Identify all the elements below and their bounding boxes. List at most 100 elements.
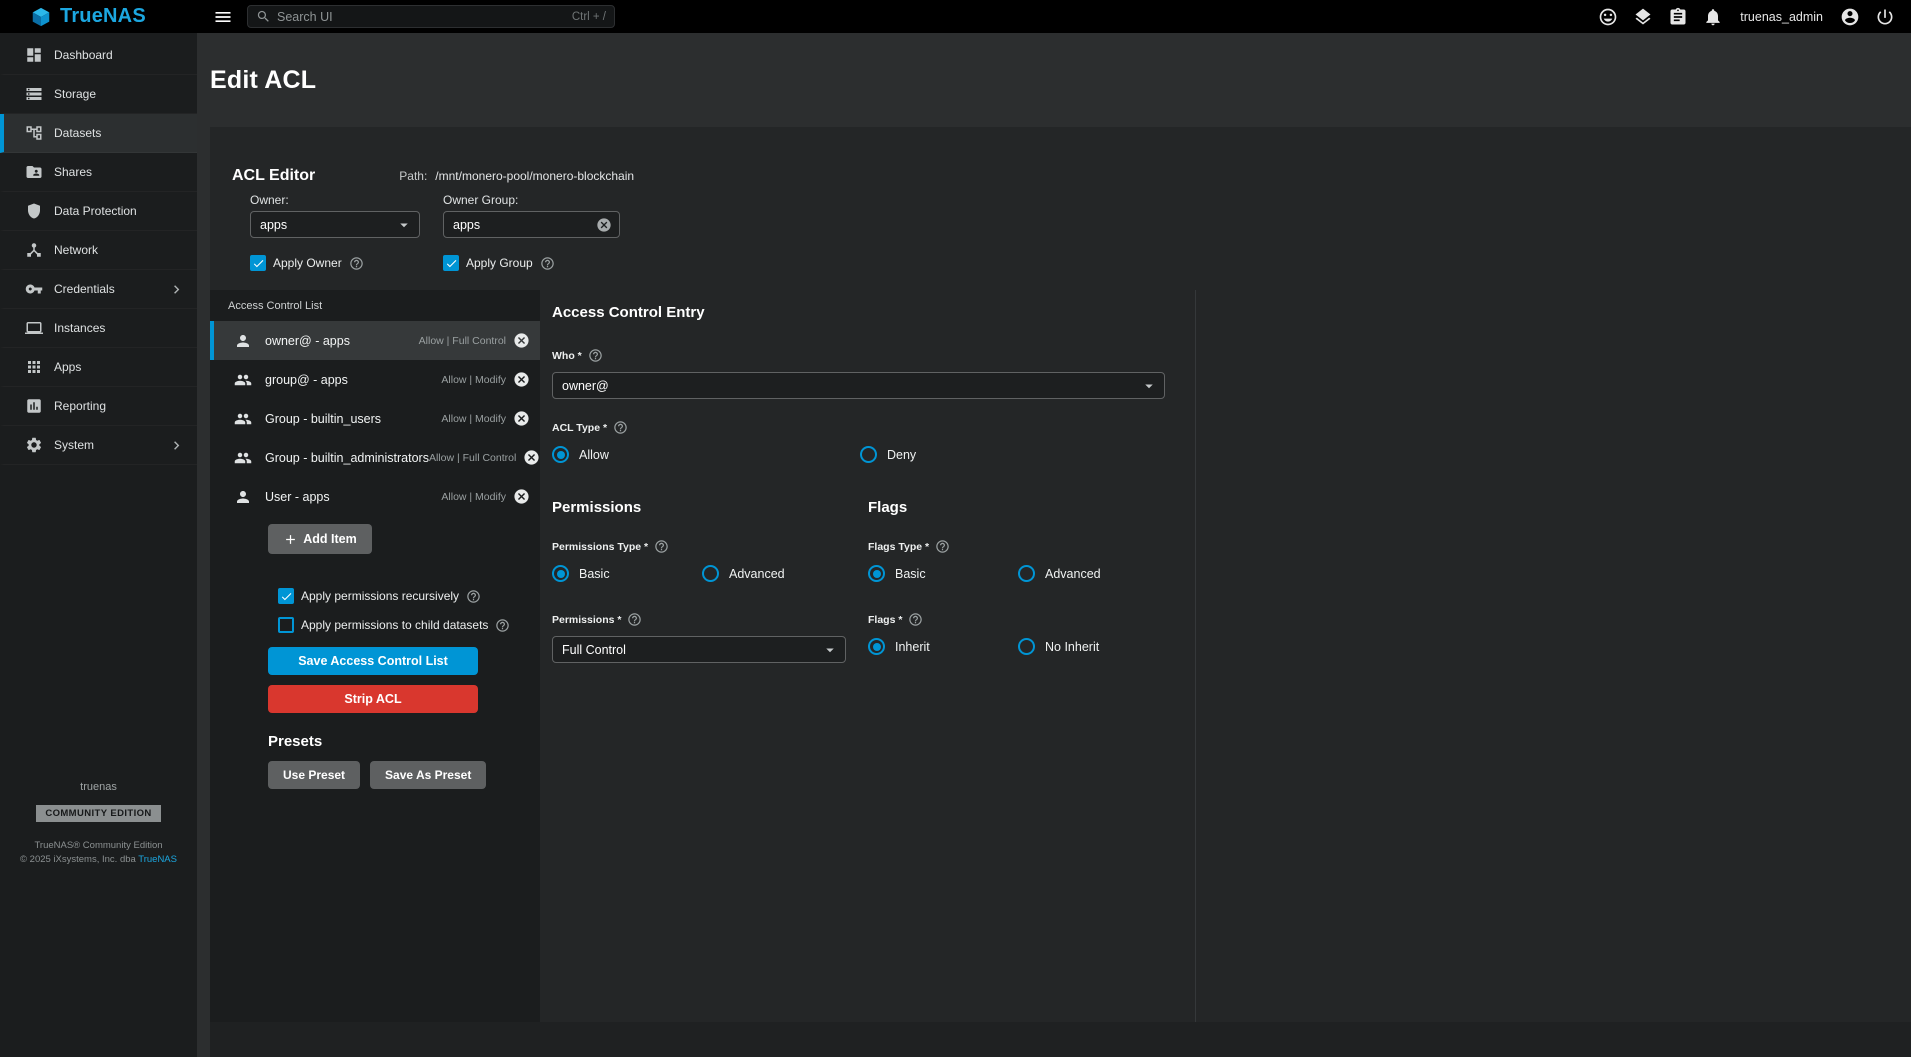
sidebar-item-system[interactable]: System	[0, 426, 197, 465]
remove-entry-icon[interactable]	[513, 332, 530, 349]
help-icon[interactable]	[627, 612, 642, 627]
feedback-smiley-icon[interactable]	[1598, 7, 1618, 27]
product-line: TrueNAS® Community Edition	[0, 840, 197, 851]
system-gear-icon	[25, 436, 43, 454]
acl-entry-detail: Allow | Modify	[441, 374, 506, 386]
owner-group-field[interactable]	[443, 211, 620, 238]
sidebar-item-label: Credentials	[54, 282, 115, 296]
sidebar-item-shares[interactable]: Shares	[0, 153, 197, 192]
permissions-heading: Permissions	[552, 499, 868, 516]
acl-entry-row[interactable]: Group - builtin_users Allow | Modify	[210, 399, 540, 438]
radio-selected-icon	[868, 565, 885, 582]
apply-recursively-label: Apply permissions recursively	[301, 589, 459, 603]
apply-to-child-datasets-label: Apply permissions to child datasets	[301, 618, 488, 632]
help-icon[interactable]	[613, 420, 628, 435]
sidebar-item-instances[interactable]: Instances	[0, 309, 197, 348]
truenas-brand[interactable]: TrueNAS	[0, 5, 197, 28]
save-as-preset-button[interactable]: Save As Preset	[370, 761, 486, 789]
sidebar-item-label: Instances	[54, 321, 105, 335]
radio-unselected-icon	[860, 446, 877, 463]
radio-label: Inherit	[895, 640, 930, 654]
clipboard-icon[interactable]	[1668, 7, 1688, 27]
acl-entry-row[interactable]: owner@ - apps Allow | Full Control	[210, 321, 540, 360]
remove-entry-icon[interactable]	[523, 449, 540, 466]
remove-entry-icon[interactable]	[513, 410, 530, 427]
access-control-list-panel: Access Control List owner@ - apps Allow …	[210, 290, 540, 1022]
search-bar[interactable]: Ctrl + /	[247, 5, 615, 28]
radio-flags-basic[interactable]: Basic	[868, 565, 1018, 582]
help-icon[interactable]	[654, 539, 669, 554]
account-circle-icon[interactable]	[1840, 7, 1860, 27]
checkbox-checked-icon[interactable]	[250, 255, 266, 271]
remove-entry-icon[interactable]	[513, 488, 530, 505]
radio-deny[interactable]: Deny	[860, 446, 916, 463]
sidebar-item-label: Network	[54, 243, 98, 257]
sidebar-item-data-protection[interactable]: Data Protection	[0, 192, 197, 231]
help-icon[interactable]	[495, 618, 510, 633]
apply-to-child-datasets-checkbox[interactable]: Apply permissions to child datasets	[278, 617, 540, 633]
acl-list-heading: Access Control List	[210, 300, 540, 321]
sidebar-item-apps[interactable]: Apps	[0, 348, 197, 387]
copyright-brand-link[interactable]: TrueNAS	[138, 854, 177, 865]
field-label-text: ACL Type *	[552, 422, 607, 434]
layers-icon[interactable]	[1633, 7, 1653, 27]
sidebar-item-reporting[interactable]: Reporting	[0, 387, 197, 426]
apply-recursively-checkbox[interactable]: Apply permissions recursively	[278, 588, 540, 604]
help-icon[interactable]	[349, 256, 364, 271]
clear-icon[interactable]	[596, 217, 612, 233]
datasets-tree-icon	[25, 124, 43, 142]
sidebar-footer: truenas COMMUNITY EDITION TrueNAS® Commu…	[0, 781, 197, 865]
sidebar-item-datasets[interactable]: Datasets	[0, 114, 197, 153]
radio-allow[interactable]: Allow	[552, 446, 860, 463]
radio-inherit[interactable]: Inherit	[868, 638, 1018, 655]
radio-selected-icon	[552, 446, 569, 463]
strip-acl-button[interactable]: Strip ACL	[268, 685, 478, 713]
radio-label: Deny	[887, 448, 916, 462]
radio-label: Basic	[579, 567, 610, 581]
help-icon[interactable]	[540, 256, 555, 271]
notifications-bell-icon[interactable]	[1703, 7, 1723, 27]
checkbox-unchecked-icon[interactable]	[278, 617, 294, 633]
acl-entry-detail: Allow | Modify	[441, 491, 506, 503]
remove-entry-icon[interactable]	[513, 371, 530, 388]
use-preset-button[interactable]: Use Preset	[268, 761, 360, 789]
help-icon[interactable]	[588, 348, 603, 363]
checkbox-checked-icon[interactable]	[443, 255, 459, 271]
copyright-line: © 2025 iXsystems, Inc. dba TrueNAS	[0, 854, 197, 865]
acl-entry-row[interactable]: Group - builtin_administrators Allow | F…	[210, 438, 540, 477]
owner-group-input[interactable]	[453, 218, 596, 232]
permissions-select[interactable]: Full Control	[552, 636, 846, 663]
radio-permissions-basic[interactable]: Basic	[552, 565, 702, 582]
apply-owner-checkbox[interactable]: Apply Owner	[250, 255, 443, 271]
help-icon[interactable]	[935, 539, 950, 554]
add-item-button[interactable]: Add Item	[268, 524, 372, 554]
power-icon[interactable]	[1875, 7, 1895, 27]
owner-group-label: Owner Group:	[443, 193, 636, 207]
group-icon	[234, 410, 252, 428]
radio-no-inherit[interactable]: No Inherit	[1018, 638, 1099, 655]
help-icon[interactable]	[466, 589, 481, 604]
help-icon[interactable]	[908, 612, 923, 627]
apply-group-checkbox[interactable]: Apply Group	[443, 255, 636, 271]
who-select[interactable]: owner@	[552, 372, 1165, 399]
acl-entry-row[interactable]: group@ - apps Allow | Modify	[210, 360, 540, 399]
sidebar-item-credentials[interactable]: Credentials	[0, 270, 197, 309]
radio-permissions-advanced[interactable]: Advanced	[702, 565, 785, 582]
radio-selected-icon	[868, 638, 885, 655]
owner-select[interactable]: apps	[250, 211, 420, 238]
sidebar-item-storage[interactable]: Storage	[0, 75, 197, 114]
chevron-down-icon	[395, 216, 413, 234]
search-shortcut-hint: Ctrl + /	[572, 11, 606, 23]
acl-entry-row[interactable]: User - apps Allow | Modify	[210, 477, 540, 516]
sidebar-item-dashboard[interactable]: Dashboard	[0, 36, 197, 75]
radio-flags-advanced[interactable]: Advanced	[1018, 565, 1101, 582]
search-icon	[256, 9, 271, 24]
save-access-control-list-button[interactable]: Save Access Control List	[268, 647, 478, 675]
search-input[interactable]	[277, 10, 566, 24]
radio-unselected-icon	[1018, 565, 1035, 582]
checkbox-checked-icon[interactable]	[278, 588, 294, 604]
sidebar-item-network[interactable]: Network	[0, 231, 197, 270]
menu-icon[interactable]	[213, 7, 233, 27]
shares-folder-icon	[25, 163, 43, 181]
topbar: TrueNAS Ctrl + / truenas_admin	[0, 0, 1911, 33]
